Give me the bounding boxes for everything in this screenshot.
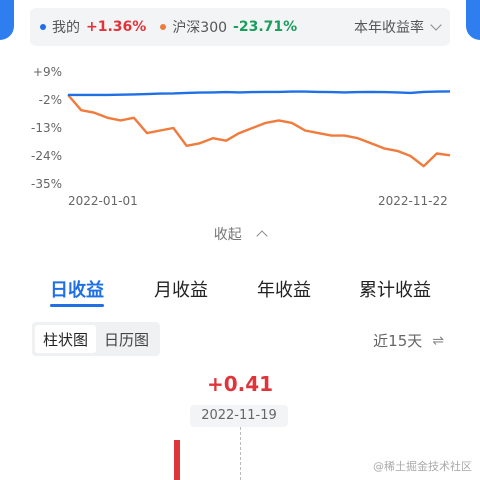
series-line-hs300	[67, 94, 451, 168]
x-tick-end: 2022-11-22	[378, 194, 448, 208]
return-tabs: 日收益 月收益 年收益 累计收益	[0, 276, 480, 312]
rate-type-dropdown[interactable]: 本年收益率	[354, 17, 442, 37]
tab-cumulative[interactable]: 累计收益	[359, 276, 431, 302]
watermark: @稀土掘金技术社区	[373, 460, 472, 473]
tab-yearly[interactable]: 年收益	[257, 276, 311, 302]
legend-value: -23.71%	[233, 19, 298, 35]
tab-daily[interactable]: 日收益	[50, 276, 104, 302]
segment-calendar[interactable]: 日历图	[96, 325, 157, 353]
tab-monthly[interactable]: 月收益	[154, 276, 208, 302]
range-label: 近15天	[373, 332, 423, 350]
range-selector[interactable]: 近15天 ⇌	[373, 330, 444, 351]
view-toggle: 柱状图 日历图	[32, 322, 161, 356]
legend-value: +1.36%	[86, 19, 147, 35]
legend-dot-hs300	[160, 24, 167, 30]
collapse-label: 收起	[213, 227, 242, 243]
left-edge-decoration	[0, 0, 14, 40]
legend-item-mine: 我的 +1.36%	[40, 17, 146, 37]
legend-bar: 我的 +1.36% 沪深300 -23.71% 本年收益率	[30, 8, 450, 46]
legend-item-hs300: 沪深300 -23.71%	[160, 17, 297, 37]
legend-name: 沪深300	[172, 20, 228, 36]
selection-guide-line	[240, 427, 241, 480]
y-tick-label: +9%	[33, 65, 62, 79]
tab-active-underline	[50, 304, 104, 307]
legend-name: 我的	[52, 20, 80, 36]
swap-arrows-icon: ⇌	[432, 332, 444, 349]
right-edge-decoration	[466, 0, 480, 40]
chevron-up-icon	[256, 230, 268, 242]
y-tick-label: -2%	[39, 93, 62, 107]
legend-dot-mine	[40, 24, 46, 30]
y-tick-label: -24%	[31, 149, 62, 163]
segment-bar-chart[interactable]: 柱状图	[35, 325, 97, 353]
selected-bar-date: 2022-11-19	[190, 405, 288, 427]
y-tick-label: -35%	[31, 177, 62, 191]
chevron-down-icon	[430, 19, 442, 31]
x-tick-start: 2022-01-01	[68, 194, 138, 208]
series-line-mine	[68, 90, 451, 97]
collapse-button[interactable]: 收起	[0, 224, 480, 244]
daily-return-bar[interactable]	[174, 440, 180, 480]
selected-bar-value: +0.41	[206, 372, 274, 396]
y-tick-label: -13%	[31, 121, 62, 135]
rate-type-label: 本年收益率	[354, 20, 424, 36]
